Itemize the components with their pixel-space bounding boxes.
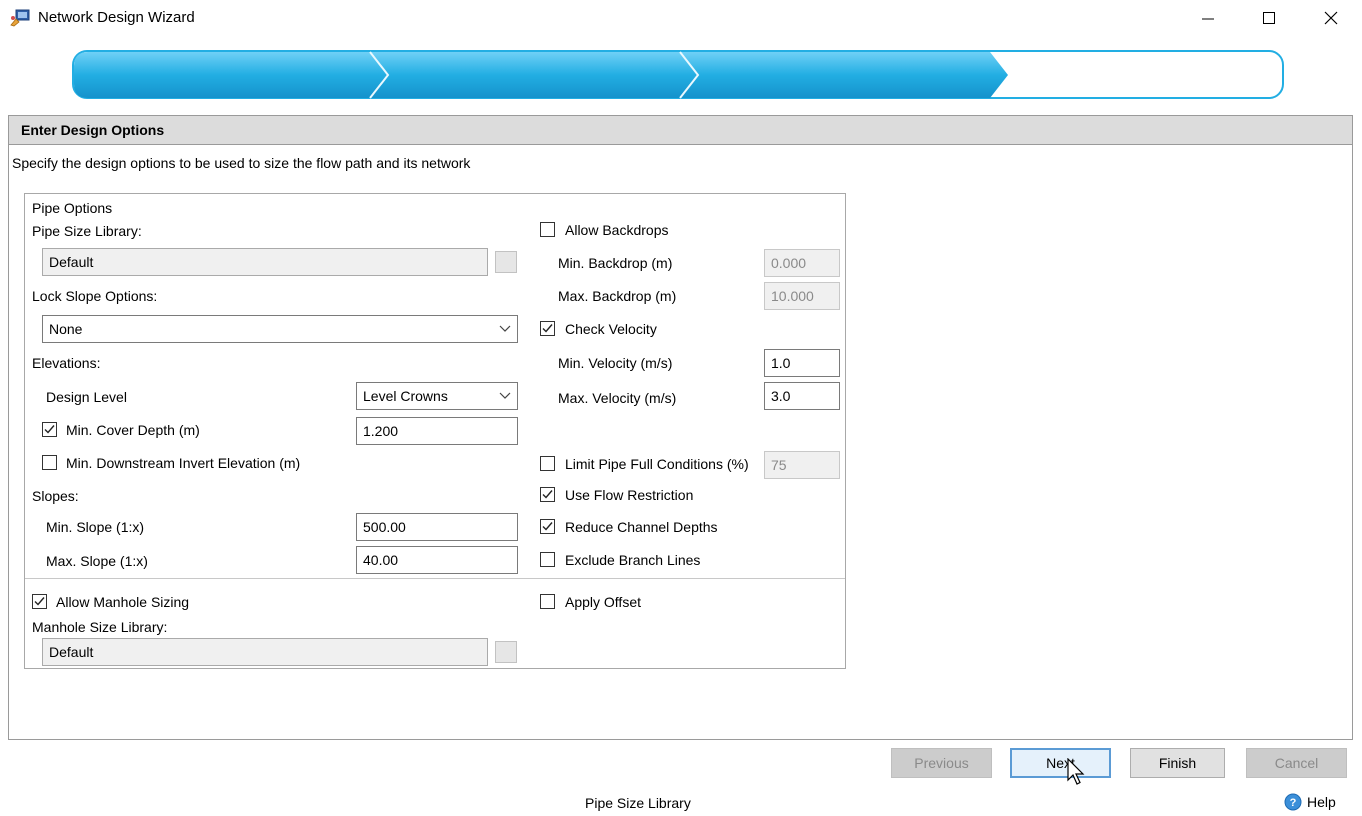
manhole-library-field[interactable]: Default: [42, 638, 488, 666]
manhole-library-browse-button[interactable]: [495, 641, 517, 663]
design-level-dropdown[interactable]: Level Crowns: [356, 382, 518, 410]
use-flow-restriction-checkbox[interactable]: [540, 487, 555, 502]
exclude-branch-label: Exclude Branch Lines: [565, 552, 701, 568]
use-flow-restriction-label: Use Flow Restriction: [565, 487, 694, 503]
min-cover-checkbox[interactable]: [42, 422, 57, 437]
window-title: Network Design Wizard: [38, 9, 195, 26]
pipe-size-library-field[interactable]: Default: [42, 248, 488, 276]
elevations-label: Elevations:: [32, 355, 101, 371]
manhole-library-label: Manhole Size Library:: [32, 619, 168, 635]
min-backdrop-input[interactable]: 0.000: [764, 249, 840, 277]
help-link[interactable]: ? Help: [1284, 793, 1336, 811]
checkmark-icon: [44, 425, 55, 434]
pipe-size-library-label: Pipe Size Library:: [32, 223, 142, 239]
title-bar: [0, 0, 1362, 36]
max-backdrop-label: Max. Backdrop (m): [558, 288, 677, 304]
section-header: Enter Design Options: [8, 115, 1353, 145]
lock-slope-dropdown[interactable]: None: [42, 315, 518, 343]
minimize-icon: [1202, 18, 1214, 20]
max-backdrop-input[interactable]: 10.000: [764, 282, 840, 310]
allow-manhole-checkbox[interactable]: [32, 594, 47, 609]
allow-backdrops-label: Allow Backdrops: [565, 222, 669, 238]
checkmark-icon: [542, 324, 553, 333]
min-velocity-input[interactable]: 1.0: [764, 349, 840, 377]
min-cover-input[interactable]: 1.200: [356, 417, 518, 445]
close-button[interactable]: [1308, 0, 1354, 36]
mouse-cursor-icon: [1067, 758, 1085, 785]
check-velocity-checkbox[interactable]: [540, 321, 555, 336]
previous-button[interactable]: Previous: [891, 748, 992, 778]
reduce-channel-checkbox[interactable]: [540, 519, 555, 534]
chevron-down-icon: [499, 392, 511, 399]
help-icon: ?: [1284, 793, 1302, 811]
cancel-button[interactable]: Cancel: [1246, 748, 1347, 778]
allow-backdrops-checkbox[interactable]: [540, 222, 555, 237]
limit-pipe-full-checkbox[interactable]: [540, 456, 555, 471]
group-divider: [25, 578, 845, 579]
app-icon: [10, 9, 30, 27]
max-slope-label: Max. Slope (1:x): [46, 553, 148, 569]
min-cover-label: Min. Cover Depth (m): [66, 422, 200, 438]
limit-pipe-full-label: Limit Pipe Full Conditions (%): [565, 456, 749, 472]
maximize-button[interactable]: [1246, 0, 1292, 36]
checkmark-icon: [34, 597, 45, 606]
apply-offset-checkbox[interactable]: [540, 594, 555, 609]
reduce-channel-label: Reduce Channel Depths: [565, 519, 718, 535]
lock-slope-value: None: [49, 321, 83, 337]
checkmark-icon: [542, 490, 553, 499]
exclude-branch-checkbox[interactable]: [540, 552, 555, 567]
max-slope-input[interactable]: 40.00: [356, 546, 518, 574]
checkmark-icon: [542, 522, 553, 531]
min-slope-label: Min. Slope (1:x): [46, 519, 145, 535]
svg-text:?: ?: [1290, 797, 1297, 809]
allow-manhole-label: Allow Manhole Sizing: [56, 594, 190, 610]
max-velocity-input[interactable]: 3.0: [764, 382, 840, 410]
minimize-button[interactable]: [1185, 0, 1231, 36]
close-icon: [1324, 11, 1338, 25]
maximize-icon: [1263, 12, 1275, 24]
limit-pipe-full-input[interactable]: 75: [764, 451, 840, 479]
min-backdrop-label: Min. Backdrop (m): [558, 255, 673, 271]
apply-offset-label: Apply Offset: [565, 594, 642, 610]
min-slope-input[interactable]: 500.00: [356, 513, 518, 541]
min-velocity-label: Min. Velocity (m/s): [558, 355, 673, 371]
max-velocity-label: Max. Velocity (m/s): [558, 390, 677, 406]
design-level-label: Design Level: [46, 389, 127, 405]
slopes-label: Slopes:: [32, 488, 79, 504]
help-label: Help: [1307, 794, 1336, 810]
pipe-size-library-browse-button[interactable]: [495, 251, 517, 273]
min-downstream-label: Min. Downstream Invert Elevation (m): [66, 455, 301, 471]
check-velocity-label: Check Velocity: [565, 321, 657, 337]
status-context-label: Pipe Size Library: [585, 795, 691, 811]
pipe-options-label: Pipe Options: [32, 200, 113, 216]
design-level-value: Level Crowns: [363, 388, 448, 404]
chevron-down-icon: [499, 325, 511, 332]
description-text: Specify the design options to be used to…: [12, 155, 471, 171]
min-downstream-checkbox[interactable]: [42, 455, 57, 470]
lock-slope-label: Lock Slope Options:: [32, 288, 158, 304]
finish-button[interactable]: Finish: [1130, 748, 1225, 778]
next-button[interactable]: Next: [1010, 748, 1111, 778]
wizard-progress-bar: [72, 50, 1284, 100]
